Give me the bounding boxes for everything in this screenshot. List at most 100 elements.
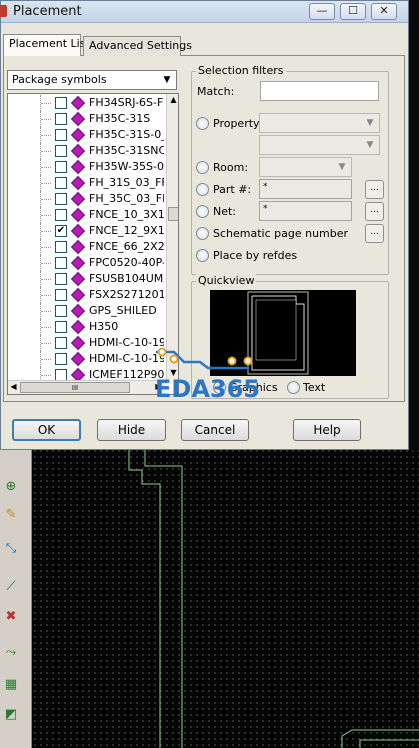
- route-icon[interactable]: ⤡: [2, 540, 20, 558]
- board-outline-graphic: [128, 448, 419, 748]
- place-by-refdes-radio[interactable]: [196, 249, 209, 262]
- title-bar[interactable]: Placement — ☐ ✕: [0, 1, 408, 23]
- net-input[interactable]: *: [259, 201, 352, 221]
- item-checkbox[interactable]: [55, 305, 67, 317]
- tab-placement-list[interactable]: Placement List: [3, 34, 90, 56]
- tab-advanced-settings[interactable]: Advanced Settings: [83, 36, 192, 56]
- item-checkbox[interactable]: [55, 145, 67, 157]
- list-item[interactable]: GPS_SHILED: [8, 303, 164, 319]
- property-name-select[interactable]: ▼: [259, 113, 380, 133]
- list-item[interactable]: FPC0520-40P-F: [8, 255, 164, 271]
- list-item[interactable]: HDMI-C-10-192: [8, 351, 164, 367]
- cancel-button[interactable]: Cancel: [181, 419, 249, 441]
- package-symbol-icon: [70, 95, 86, 111]
- add-icon[interactable]: ⊕: [2, 478, 20, 496]
- item-checkbox[interactable]: [55, 209, 67, 221]
- close-button[interactable]: ✕: [371, 3, 397, 20]
- bend-icon[interactable]: ⤳: [2, 644, 20, 662]
- part-radio[interactable]: [196, 183, 209, 196]
- item-checkbox[interactable]: [55, 161, 67, 173]
- item-checkbox[interactable]: [55, 337, 67, 349]
- pcb-canvas[interactable]: [32, 448, 419, 748]
- shape-icon[interactable]: ◩: [2, 706, 20, 724]
- horizontal-scroll-thumb[interactable]: III: [20, 382, 130, 393]
- item-label: FH_35C_03_FF: [89, 192, 164, 205]
- scroll-left-icon[interactable]: ◀: [8, 381, 19, 393]
- item-label: HDMI-C-10-192: [89, 336, 164, 349]
- item-label: FH34SRJ-6S-FF: [89, 96, 164, 109]
- part-input[interactable]: *: [259, 179, 352, 199]
- item-checkbox[interactable]: [55, 353, 67, 365]
- schematic-browse-button[interactable]: ...: [365, 224, 384, 243]
- tree-connector: [40, 287, 52, 303]
- item-checkbox[interactable]: [55, 129, 67, 141]
- list-item[interactable]: FH34SRJ-6S-FF: [8, 95, 164, 111]
- slide-icon[interactable]: ⟋: [2, 578, 20, 596]
- item-checkbox[interactable]: [55, 113, 67, 125]
- item-label: FNCE_66_2X29: [89, 240, 164, 253]
- part-browse-button[interactable]: ...: [365, 180, 384, 199]
- package-symbol-icon: [70, 159, 86, 175]
- selection-filters-legend: Selection filters: [196, 64, 286, 77]
- room-select[interactable]: ▼: [259, 157, 352, 177]
- item-checkbox[interactable]: [55, 289, 67, 301]
- maximize-button[interactable]: ☐: [340, 3, 366, 20]
- property-label: Property:: [213, 117, 263, 130]
- net-radio[interactable]: [196, 205, 209, 218]
- list-item[interactable]: HDMI-C-10-192: [8, 335, 164, 351]
- property-value-select[interactable]: ▼: [259, 135, 380, 155]
- vertical-scrollbar[interactable]: ▲ ▼: [166, 94, 178, 380]
- list-item[interactable]: FH_31S_03_FF: [8, 175, 164, 191]
- item-checkbox[interactable]: [55, 177, 67, 189]
- text-radio[interactable]: [287, 381, 300, 394]
- vertical-scroll-thumb[interactable]: [168, 207, 178, 221]
- item-checkbox[interactable]: [55, 97, 67, 109]
- room-radio[interactable]: [196, 161, 209, 174]
- tree-connector: [40, 255, 52, 271]
- item-label: FNCE_12_9X15: [89, 224, 164, 237]
- package-symbol-icon: [70, 223, 86, 239]
- package-type-select[interactable]: Package symbols ▼: [7, 70, 177, 90]
- list-item[interactable]: FNCE_66_2X29: [8, 239, 164, 255]
- list-item[interactable]: FH_35C_03_FF: [8, 191, 164, 207]
- part-label: Part #:: [213, 183, 252, 196]
- tree-connector: [40, 175, 52, 191]
- list-item[interactable]: FH35C-31S-0_3: [8, 127, 164, 143]
- package-symbol-icon: [70, 111, 86, 127]
- item-checkbox[interactable]: [55, 273, 67, 285]
- list-item[interactable]: FNCE_10_3X12: [8, 207, 164, 223]
- app-icon: [0, 5, 7, 17]
- list-item[interactable]: FH35C-31SNC: [8, 143, 164, 159]
- schematic-page-radio[interactable]: [196, 227, 209, 240]
- package-symbol-icon: [70, 255, 86, 271]
- package-symbol-icon: [70, 239, 86, 255]
- horizontal-scrollbar[interactable]: ◀ III ▶: [8, 380, 166, 394]
- list-item[interactable]: H350: [8, 319, 164, 335]
- list-item[interactable]: FH35W-35S-0_: [8, 159, 164, 175]
- list-item[interactable]: FSUSB104UMX: [8, 271, 164, 287]
- minimize-button[interactable]: —: [309, 3, 335, 20]
- list-item[interactable]: ✔ FNCE_12_9X15: [8, 223, 164, 239]
- item-checkbox[interactable]: ✔: [55, 225, 67, 237]
- item-checkbox[interactable]: [55, 257, 67, 269]
- net-browse-button[interactable]: ...: [365, 202, 384, 221]
- list-item[interactable]: FSX2S271201C: [8, 287, 164, 303]
- item-label: FH_31S_03_FF: [89, 176, 164, 189]
- list-item[interactable]: FH35C-31S: [8, 111, 164, 127]
- hide-button[interactable]: Hide: [97, 419, 166, 441]
- delete-via-icon[interactable]: ✖: [2, 608, 20, 626]
- pencil-icon[interactable]: ✎: [2, 506, 20, 524]
- text-label: Text: [303, 381, 326, 394]
- match-input[interactable]: [260, 81, 379, 101]
- tree-connector: [40, 111, 52, 127]
- item-checkbox[interactable]: [55, 241, 67, 253]
- item-checkbox[interactable]: [55, 321, 67, 333]
- help-button[interactable]: Help: [293, 419, 361, 441]
- chevron-down-icon: ▼: [366, 118, 374, 128]
- scroll-up-icon[interactable]: ▲: [168, 94, 178, 106]
- item-checkbox[interactable]: [55, 193, 67, 205]
- property-radio[interactable]: [196, 117, 209, 130]
- grid-icon[interactable]: ▦: [2, 676, 20, 694]
- right-canvas-strip: [409, 0, 419, 448]
- ok-button[interactable]: OK: [12, 419, 81, 441]
